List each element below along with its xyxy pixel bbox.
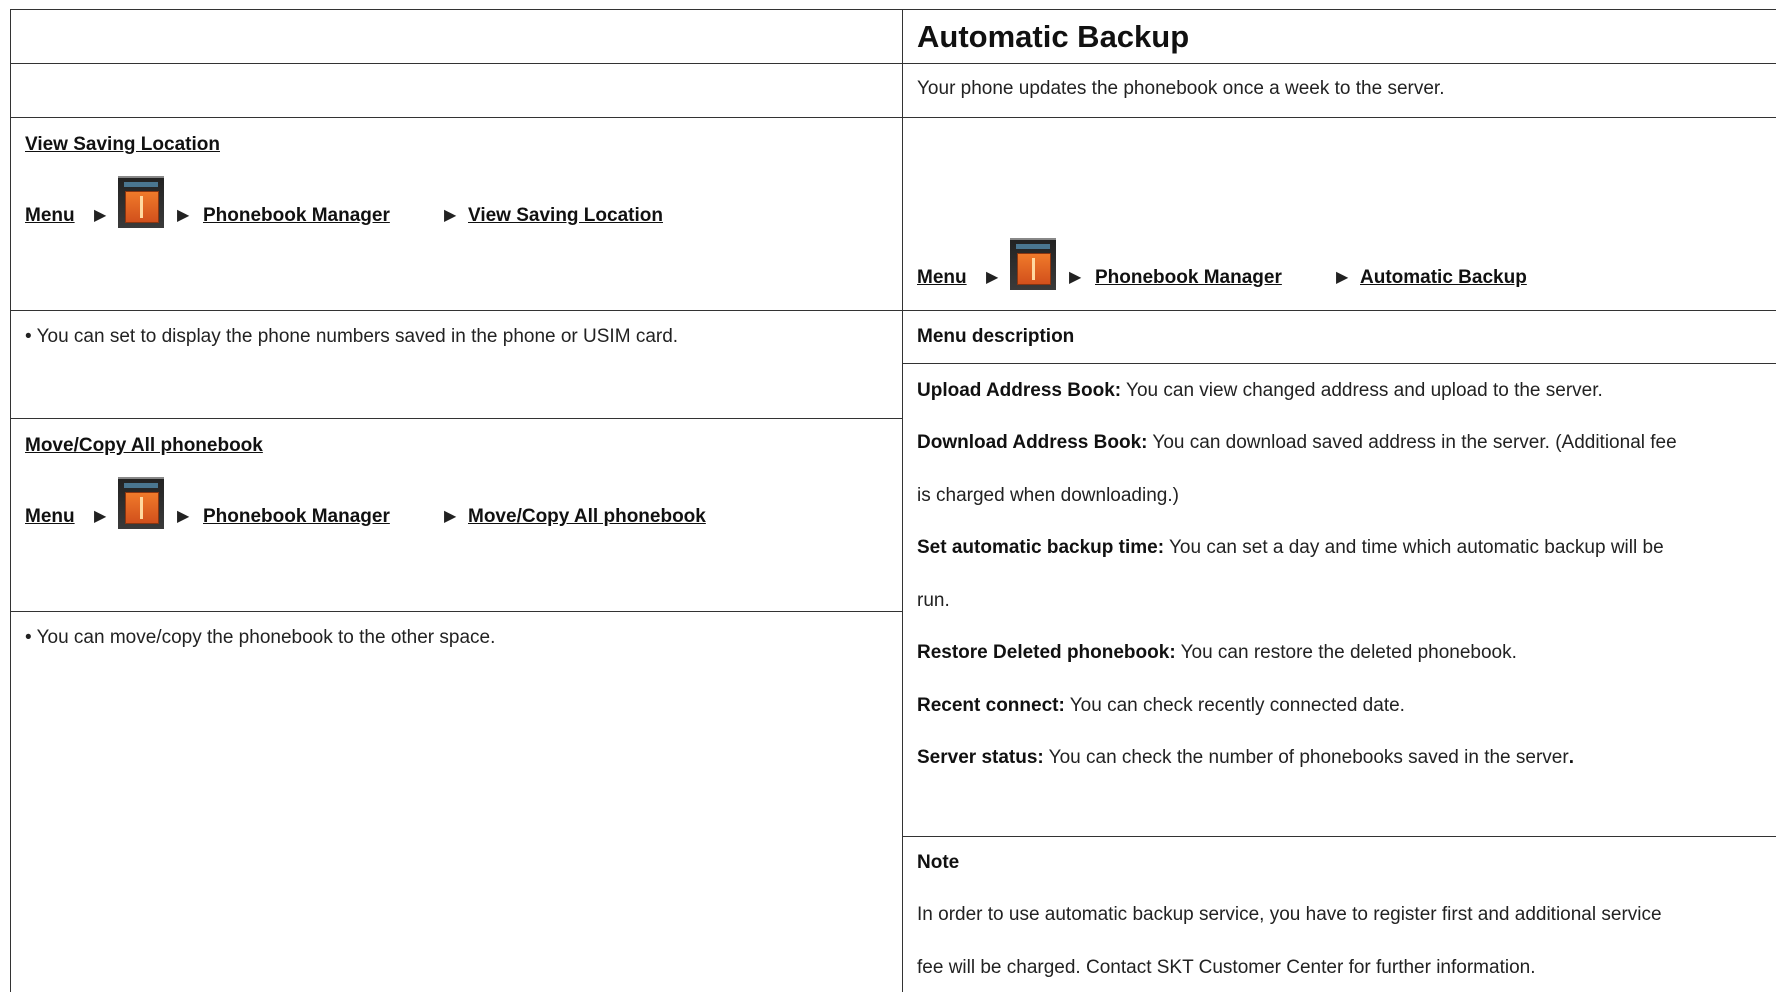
nav-arrow-icon: ▶ (1069, 269, 1082, 286)
view-saving-location-desc-cell: • You can set to display the phone numbe… (11, 310, 903, 418)
list-item: Download Address Book: You can download … (917, 432, 1677, 453)
nav-menu-link[interactable]: Menu (917, 267, 967, 289)
move-copy-nav-path: Menu ▶ ▶ Phonebook Manager ▶ Move/Copy A… (25, 477, 885, 532)
heading-cell: Automatic Backup (903, 9, 1776, 63)
automatic-backup-nav-cell: Menu ▶ ▶ Phonebook Manager ▶ Automatic B… (903, 117, 1776, 310)
view-saving-location-nav-path: Menu ▶ ▶ Phonebook Manager ▶ View Saving… (25, 176, 885, 231)
intro-text: Your phone updates the phonebook once a … (917, 78, 1445, 99)
move-copy-title[interactable]: Move/Copy All phonebook (25, 435, 263, 457)
nav-menu-link[interactable]: Menu (25, 205, 75, 227)
nav-phonebook-manager-link[interactable]: Phonebook Manager (203, 506, 390, 528)
note-title: Note (917, 852, 960, 873)
empty-cell-top (11, 9, 903, 63)
list-item: run. (917, 590, 950, 611)
menu-description-list: Upload Address Book: You can view change… (903, 363, 1776, 836)
note-cell: Note In order to use automatic backup se… (903, 836, 1776, 992)
right-column: Automatic Backup Your phone updates the … (902, 9, 1776, 992)
page-title: Automatic Backup (917, 19, 1190, 54)
list-item: Set automatic backup time: You can set a… (917, 537, 1664, 558)
phonebook-app-icon[interactable] (118, 477, 164, 529)
view-saving-location-section: View Saving Location Menu ▶ ▶ Phonebook … (11, 117, 903, 310)
nav-move-copy-link[interactable]: Move/Copy All phonebook (468, 506, 706, 528)
menu-description-title: Menu description (917, 326, 1075, 347)
list-item: is charged when downloading.) (917, 485, 1179, 506)
nav-arrow-icon: ▶ (1336, 269, 1349, 286)
menu-description-header-cell: Menu description (903, 310, 1776, 363)
automatic-backup-nav-path: Menu ▶ ▶ Phonebook Manager ▶ Automatic B… (917, 238, 1776, 293)
phonebook-app-icon[interactable] (1010, 238, 1056, 290)
nav-arrow-icon: ▶ (94, 207, 107, 224)
nav-view-saving-location-link[interactable]: View Saving Location (468, 205, 663, 227)
move-copy-desc: • You can move/copy the phonebook to the… (25, 627, 496, 648)
nav-arrow-icon: ▶ (986, 269, 999, 286)
list-item: Upload Address Book: You can view change… (917, 380, 1603, 401)
nav-automatic-backup-link[interactable]: Automatic Backup (1360, 267, 1527, 289)
nav-arrow-icon: ▶ (444, 207, 457, 224)
nav-phonebook-manager-link[interactable]: Phonebook Manager (203, 205, 390, 227)
phonebook-app-icon[interactable] (118, 176, 164, 228)
empty-cell-second (11, 63, 903, 117)
list-item: Restore Deleted phonebook: You can resto… (917, 642, 1517, 663)
list-item: Recent connect: You can check recently c… (917, 695, 1405, 716)
nav-arrow-icon: ▶ (444, 508, 457, 525)
nav-arrow-icon: ▶ (177, 508, 190, 525)
view-saving-location-desc: • You can set to display the phone numbe… (25, 326, 679, 347)
intro-cell: Your phone updates the phonebook once a … (903, 63, 1776, 117)
nav-arrow-icon: ▶ (94, 508, 107, 525)
note-line: In order to use automatic backup service… (917, 904, 1662, 925)
nav-arrow-icon: ▶ (177, 207, 190, 224)
move-copy-section: Move/Copy All phonebook Menu ▶ ▶ Phonebo… (11, 418, 903, 611)
view-saving-location-title[interactable]: View Saving Location (25, 134, 220, 156)
nav-menu-link[interactable]: Menu (25, 506, 75, 528)
nav-phonebook-manager-link[interactable]: Phonebook Manager (1095, 267, 1282, 289)
left-column: View Saving Location Menu ▶ ▶ Phonebook … (10, 9, 903, 992)
move-copy-desc-cell: • You can move/copy the phonebook to the… (11, 611, 903, 992)
note-line: fee will be charged. Contact SKT Custome… (917, 957, 1536, 978)
list-item: Server status: You can check the number … (917, 747, 1574, 768)
